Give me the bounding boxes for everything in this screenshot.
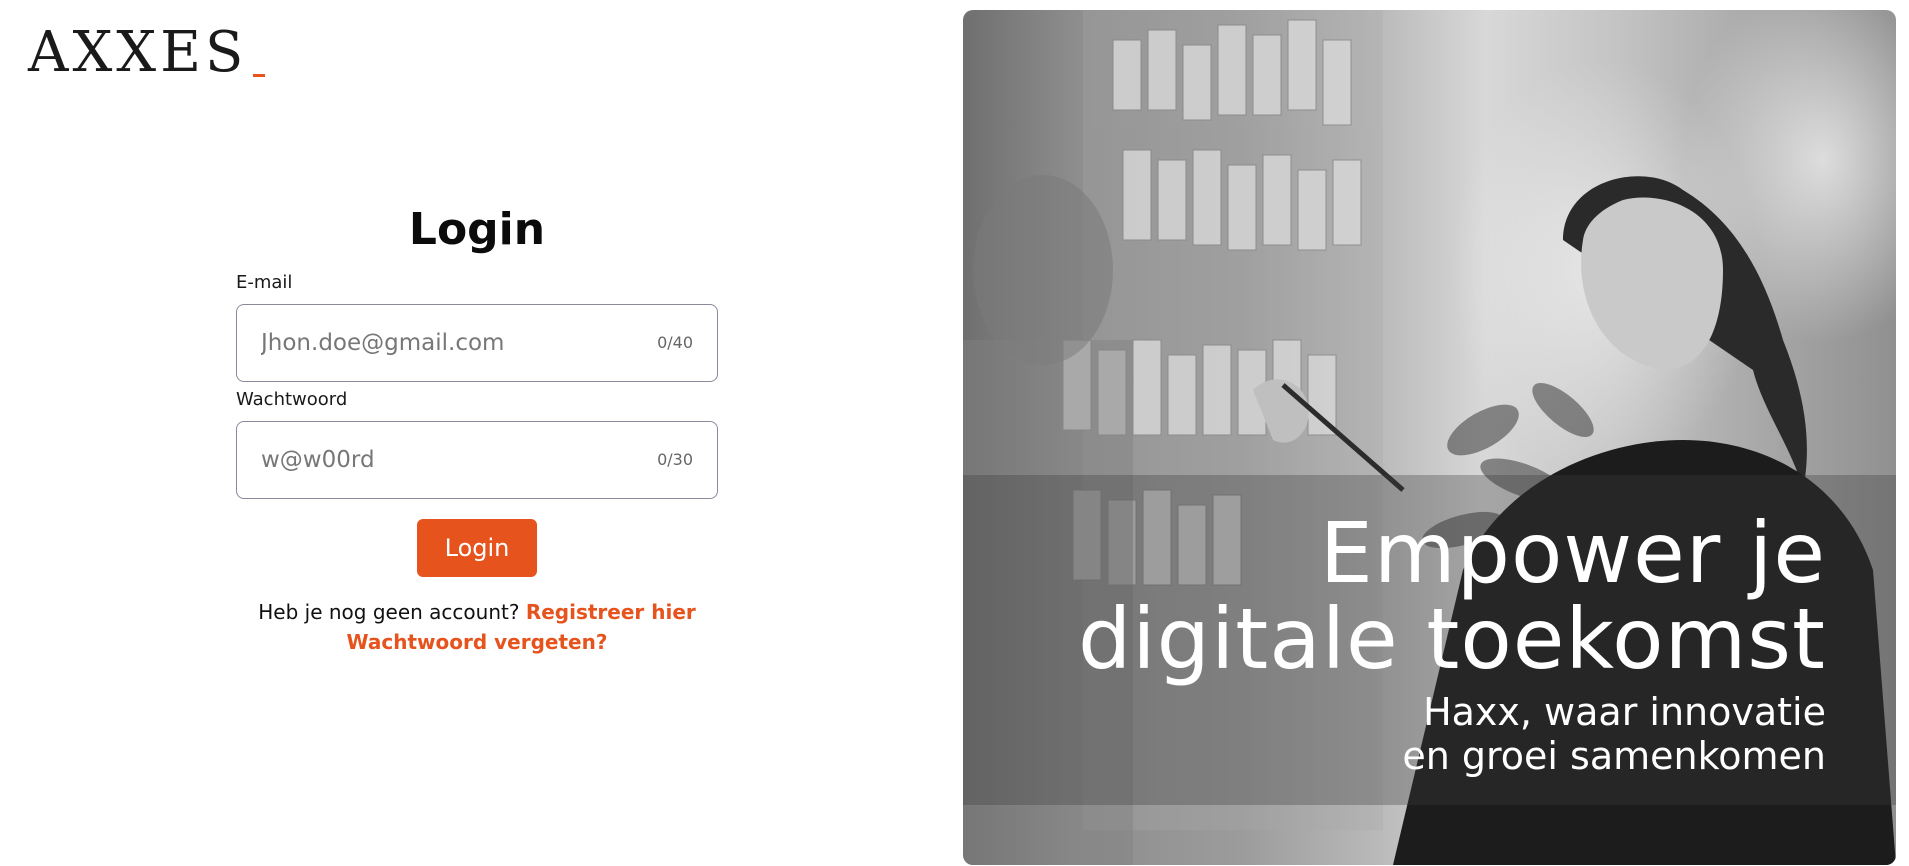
forgot-password-link[interactable]: Wachtwoord vergeten? (347, 630, 608, 654)
password-field-box[interactable]: 0/30 (236, 421, 718, 499)
hero-headline-line1: Empower je (1319, 504, 1826, 602)
login-button[interactable]: Login (417, 519, 537, 577)
forgot-row: Wachtwoord vergeten? (236, 627, 718, 657)
email-label: E-mail (236, 272, 293, 293)
hero-headline-line2: digitale toekomst (1077, 590, 1826, 688)
hero-headline: Empower je digitale toekomst (1078, 510, 1826, 682)
login-form: Login E-mail 0/40 Wachtwoord 0/30 Login … (236, 195, 718, 657)
hero-subline-line2: en groei samenkomen (1402, 734, 1826, 778)
password-char-counter: 0/30 (657, 450, 693, 469)
page-title: Login (408, 204, 546, 255)
axxes-logo[interactable]: AXXES (28, 20, 266, 85)
login-page: AXXES Login E-mail 0/40 Wachtwoord 0/30 … (0, 0, 1909, 866)
account-links: Heb je nog geen account? Registreer hier… (236, 597, 718, 657)
email-char-counter: 0/40 (657, 333, 693, 352)
email-field[interactable] (261, 305, 641, 380)
password-field[interactable] (261, 422, 641, 497)
logo-accent-underscore (253, 74, 266, 77)
hero-subline-line1: Haxx, waar innovatie (1423, 690, 1826, 734)
hero-image: Empower je digitale toekomst Haxx, waar … (963, 10, 1896, 865)
background-person-head (973, 175, 1113, 365)
email-field-box[interactable]: 0/40 (236, 304, 718, 382)
hero-text: Empower je digitale toekomst Haxx, waar … (1078, 510, 1826, 778)
submit-row: Login (236, 519, 718, 577)
password-label: Wachtwoord (236, 389, 348, 410)
no-account-text: Heb je nog geen account? (258, 600, 520, 624)
hero-subline: Haxx, waar innovatie en groei samenkomen (1078, 690, 1826, 778)
logo-text: AXXES (28, 20, 248, 85)
register-link[interactable]: Registreer hier (526, 600, 696, 624)
register-prompt: Heb je nog geen account? Registreer hier (236, 597, 718, 627)
